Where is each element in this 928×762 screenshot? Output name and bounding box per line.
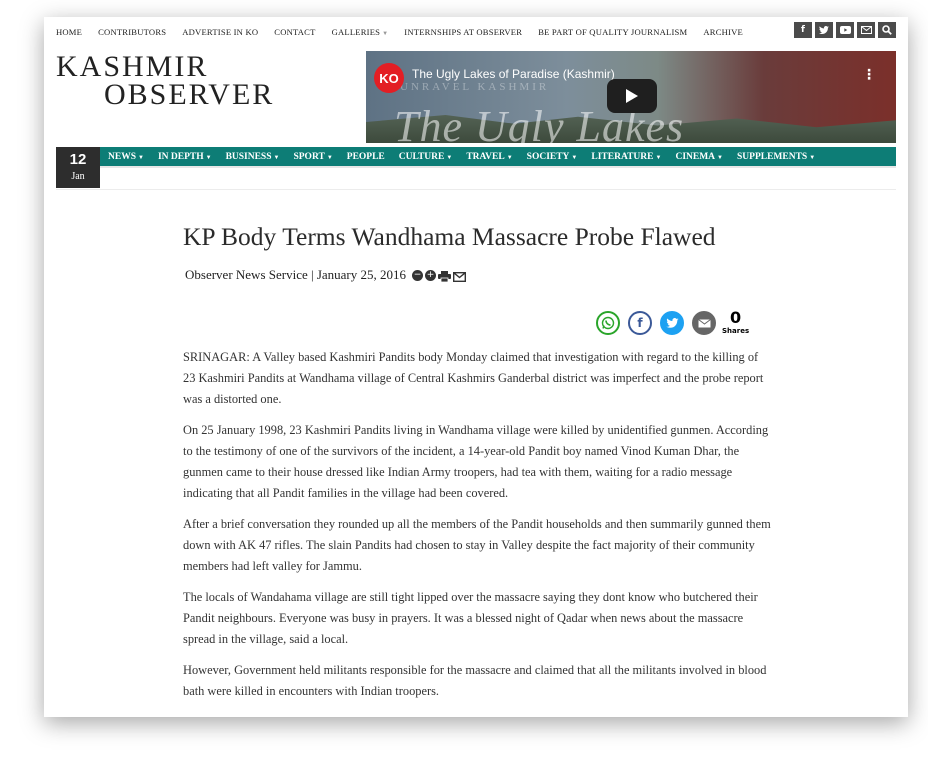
article-meta: Observer News Service | January 25, 2016… [185, 267, 467, 283]
search-icon[interactable] [878, 22, 896, 38]
play-button[interactable] [607, 79, 657, 113]
article-byline: Observer News Service | January 25, 2016 [185, 267, 407, 282]
date-box: 12 Jan [56, 147, 100, 188]
date-day: 12 [69, 151, 87, 168]
top-nav-contributors[interactable]: CONTRIBUTORS [98, 27, 166, 37]
video-watermark-small: UNRAVEL KASHMIR [400, 81, 550, 93]
main-nav-label: LITERATURE [591, 151, 654, 162]
video-title[interactable]: The Ugly Lakes of Paradise (Kashmir) [412, 67, 615, 81]
top-nav-internships[interactable]: INTERNSHIPS AT OBSERVER [404, 27, 522, 37]
article-paragraph: The locals of Wandahama village are stil… [183, 590, 758, 646]
article-title: KP Body Terms Wandhama Massacre Probe Fl… [183, 222, 716, 251]
logo-line1: KASHMIR [56, 50, 209, 83]
site-logo[interactable]: KASHMIR OBSERVER [56, 50, 306, 111]
whatsapp-icon[interactable] [596, 311, 620, 335]
twitter-icon[interactable] [815, 22, 833, 38]
top-nav-contact[interactable]: CONTACT [274, 27, 315, 37]
header-divider [56, 189, 896, 190]
main-nav-label: CINEMA [675, 151, 716, 162]
social-icons: f [794, 22, 896, 38]
main-nav-travel[interactable]: TRAVEL ▼ [466, 152, 512, 162]
video-player[interactable]: UNRAVEL KASHMIR The Ugly Lakes KO The Ug… [366, 51, 896, 143]
main-nav-label: BUSINESS [225, 151, 272, 162]
twitter-share-icon[interactable] [660, 311, 684, 335]
chevron-down-icon: ▼ [655, 154, 662, 161]
article-paragraph: After a brief conversation they rounded … [183, 517, 771, 573]
main-nav-label: SOCIETY [526, 151, 570, 162]
top-nav-galleries-label: GALLERIES [331, 27, 381, 37]
logo-line2: OBSERVER [104, 78, 275, 111]
main-nav-label: TRAVEL [466, 151, 505, 162]
main-nav-label: SUPPLEMENTS [737, 151, 808, 162]
decrease-font-icon[interactable]: − [412, 269, 424, 281]
article-paragraph: However, Government held militants respo… [183, 663, 767, 698]
print-icon[interactable] [438, 270, 452, 282]
main-nav-sport[interactable]: SPORT ▼ [293, 152, 332, 162]
chevron-down-icon: ▼ [205, 154, 212, 161]
chevron-down-icon: ▼ [809, 154, 816, 161]
email-share-icon[interactable] [692, 311, 716, 335]
increase-font-icon[interactable]: + [425, 269, 437, 281]
youtube-icon[interactable] [836, 22, 854, 38]
date-month: Jan [71, 171, 85, 182]
main-nav-society[interactable]: SOCIETY ▼ [527, 152, 578, 162]
chevron-down-icon: ▼ [273, 154, 280, 161]
article-body: SRINAGAR: A Valley based Kashmiri Pandit… [183, 347, 773, 712]
chevron-down-icon: ▼ [717, 154, 723, 161]
facebook-icon[interactable]: f [794, 22, 812, 38]
article-paragraph: SRINAGAR: A Valley based Kashmiri Pandit… [183, 350, 764, 406]
main-nav-news[interactable]: NEWS ▼ [108, 152, 144, 162]
email-article-icon[interactable] [453, 270, 467, 282]
channel-avatar[interactable]: KO [374, 63, 404, 93]
article-paragraph: On 25 January 1998, 23 Kashmiri Pandits … [183, 423, 769, 500]
main-nav-culture[interactable]: CULTURE ▼ [399, 152, 453, 162]
share-count: 0 Shares [722, 310, 749, 336]
top-nav-quality-journalism[interactable]: BE PART OF QUALITY JOURNALISM [538, 27, 687, 37]
main-nav-in-depth[interactable]: IN DEPTH ▼ [158, 152, 212, 162]
play-icon [626, 89, 638, 103]
top-nav-archive[interactable]: ARCHIVE [703, 27, 743, 37]
chevron-down-icon: ▼ [326, 154, 333, 161]
main-nav-label: CULTURE [398, 151, 445, 162]
main-nav: NEWS ▼ IN DEPTH ▼ BUSINESS ▼ SPORT ▼ PEOPLE … [100, 147, 896, 168]
top-nav-advertise[interactable]: ADVERTISE IN KO [182, 27, 258, 37]
main-nav-business[interactable]: BUSINESS ▼ [226, 152, 280, 162]
main-nav-label: PEOPLE [346, 151, 385, 162]
chevron-down-icon: ▼ [571, 154, 578, 161]
main-nav-literature[interactable]: LITERATURE ▼ [591, 152, 661, 162]
share-count-number: 0 [729, 308, 742, 327]
main-nav-label: IN DEPTH [157, 151, 204, 162]
top-nav-home[interactable]: HOME [56, 27, 82, 37]
main-nav-label: NEWS [108, 151, 136, 162]
main-nav-people[interactable]: PEOPLE [347, 152, 385, 162]
top-nav-galleries[interactable]: GALLERIES ▼ [332, 27, 389, 37]
share-count-label: Shares [722, 327, 750, 335]
main-nav-cinema[interactable]: CINEMA ▼ [675, 152, 723, 162]
main-nav-supplements[interactable]: SUPPLEMENTS ▼ [737, 152, 815, 162]
chevron-down-icon: ▼ [506, 154, 513, 161]
chevron-down-icon: ▼ [382, 31, 389, 37]
mail-icon[interactable] [857, 22, 875, 38]
chevron-down-icon: ▼ [137, 154, 144, 161]
chevron-down-icon: ▼ [446, 154, 453, 161]
facebook-share-icon[interactable]: f [628, 311, 652, 335]
page: HOME CONTRIBUTORS ADVERTISE IN KO CONTAC… [44, 17, 908, 717]
main-nav-label: SPORT [293, 151, 325, 162]
top-nav: HOME CONTRIBUTORS ADVERTISE IN KO CONTAC… [56, 21, 896, 43]
more-options-icon[interactable]: ⋮ [862, 67, 876, 83]
share-bar: f 0 Shares [596, 310, 749, 336]
